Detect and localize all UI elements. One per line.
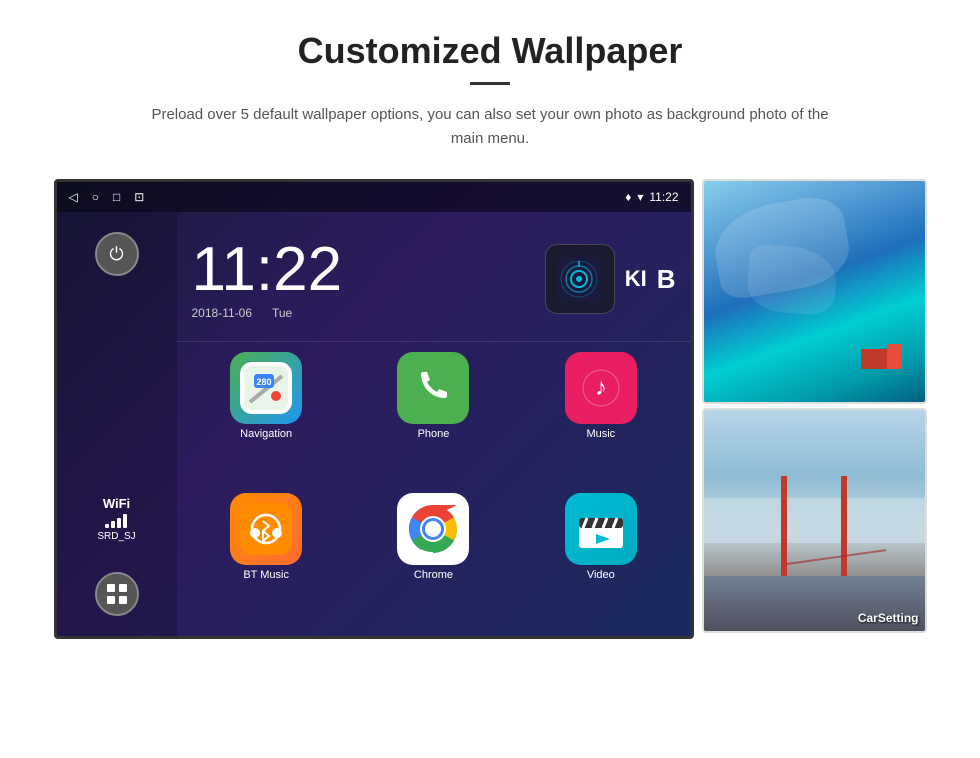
- clock-time: 11:22: [192, 239, 343, 301]
- chrome-app-label: Chrome: [414, 569, 453, 581]
- device-container: ◁ ○ □ ⊡ ♦ ▾ 11:22 ⏻ WiFi: [54, 179, 927, 639]
- video-app-icon[interactable]: [565, 493, 637, 565]
- phone-app-icon[interactable]: [397, 352, 469, 424]
- chrome-app-icon[interactable]: [397, 493, 469, 565]
- app-item-video[interactable]: Video: [521, 493, 680, 626]
- wallpaper-thumbnails: CarSetting: [702, 179, 927, 633]
- screen-content: ⏻ WiFi SRD_SJ: [57, 212, 691, 636]
- app-item-phone[interactable]: Phone: [354, 352, 513, 485]
- navigation-app-icon[interactable]: 280: [230, 352, 302, 424]
- center-area: 11:22 2018-11-06 Tue: [177, 212, 691, 636]
- page-subtitle: Preload over 5 default wallpaper options…: [150, 103, 830, 151]
- recents-icon[interactable]: □: [113, 190, 120, 204]
- location-icon: ♦: [625, 190, 631, 204]
- wallpaper-thumb-bridge[interactable]: CarSetting: [702, 408, 927, 633]
- wifi-network: SRD_SJ: [97, 531, 135, 542]
- page-wrapper: Customized Wallpaper Preload over 5 defa…: [0, 0, 980, 659]
- b-label: B: [657, 264, 676, 295]
- btmusic-app-label: BT Music: [243, 569, 289, 581]
- music-app-icon[interactable]: ♪: [565, 352, 637, 424]
- music-app-label: Music: [586, 428, 615, 440]
- apps-grid-button[interactable]: [95, 572, 139, 616]
- android-screen: ◁ ○ □ ⊡ ♦ ▾ 11:22 ⏻ WiFi: [54, 179, 694, 639]
- clock-date: 2018-11-06 Tue: [192, 306, 343, 320]
- left-sidebar: ⏻ WiFi SRD_SJ: [57, 212, 177, 636]
- video-app-label: Video: [587, 569, 615, 581]
- svg-text:280: 280: [257, 377, 272, 387]
- status-bar: ◁ ○ □ ⊡ ♦ ▾ 11:22: [57, 182, 691, 212]
- wallpaper-thumb-ice[interactable]: [702, 179, 927, 404]
- wifi-bar-2: [111, 521, 115, 528]
- clock-section: 11:22 2018-11-06 Tue: [192, 239, 343, 320]
- back-icon[interactable]: ◁: [69, 190, 78, 204]
- app-grid: 280 Navigation: [177, 342, 691, 636]
- phone-app-label: Phone: [418, 428, 450, 440]
- navigation-app-label: Navigation: [240, 428, 292, 440]
- wifi-bar-1: [105, 524, 109, 528]
- clock-date-value: 2018-11-06: [192, 306, 253, 320]
- page-title: Customized Wallpaper: [298, 30, 683, 72]
- btmusic-app-icon[interactable]: [230, 493, 302, 565]
- radio-icon-box[interactable]: [545, 244, 615, 314]
- status-bar-nav: ◁ ○ □ ⊡: [69, 190, 145, 204]
- status-time: 11:22: [649, 190, 678, 204]
- power-button[interactable]: ⏻: [95, 232, 139, 276]
- app-item-navigation[interactable]: 280 Navigation: [187, 352, 346, 485]
- wifi-bar-4: [123, 514, 127, 528]
- wifi-bar-3: [117, 518, 121, 528]
- wifi-icon: ▾: [637, 190, 643, 204]
- svg-text:♪: ♪: [595, 374, 607, 401]
- wifi-info: WiFi SRD_SJ: [97, 496, 135, 542]
- wifi-bars: [105, 514, 127, 528]
- screenshot-icon[interactable]: ⊡: [134, 190, 144, 204]
- home-icon[interactable]: ○: [92, 190, 99, 204]
- clock-area: 11:22 2018-11-06 Tue: [177, 212, 691, 342]
- wifi-label: WiFi: [103, 496, 130, 511]
- app-item-music[interactable]: ♪ Music: [521, 352, 680, 485]
- carsetting-label: CarSetting: [858, 611, 919, 625]
- app-item-btmusic[interactable]: BT Music: [187, 493, 346, 626]
- ki-label: KI: [625, 266, 647, 292]
- status-bar-indicators: ♦ ▾ 11:22: [625, 190, 678, 204]
- title-divider: [470, 82, 510, 85]
- clock-right-icons: KI B: [545, 244, 676, 314]
- app-item-chrome[interactable]: Chrome: [354, 493, 513, 626]
- clock-day-value: Tue: [272, 306, 292, 320]
